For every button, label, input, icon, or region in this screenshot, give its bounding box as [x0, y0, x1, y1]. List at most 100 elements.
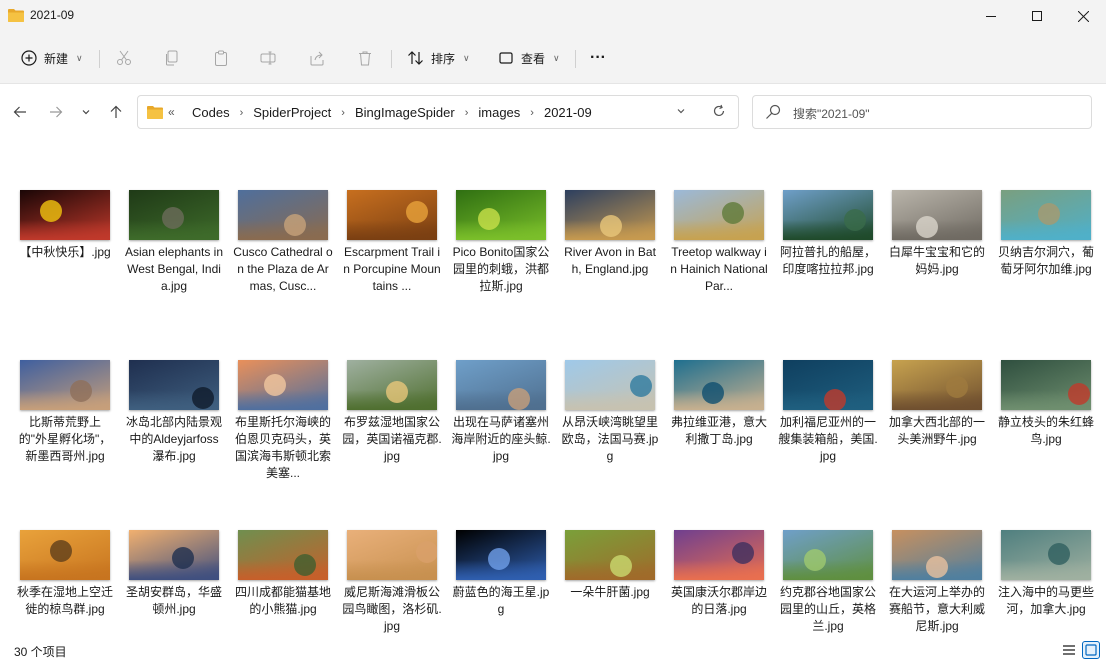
minimize-icon — [986, 15, 996, 17]
file-item[interactable]: 加利福尼亚州的一艘集装箱船，美国.jpg — [778, 360, 878, 520]
breadcrumb-codes[interactable]: Codes — [186, 105, 236, 120]
recent-locations-button[interactable] — [76, 102, 96, 122]
file-item[interactable]: Treetop walkway in Hainich National Par.… — [669, 190, 769, 350]
file-item[interactable]: 布里斯托尔海峡的伯恩贝克码头，英国滨海韦斯顿北索美塞... — [233, 360, 333, 520]
file-item[interactable]: 比斯蒂荒野上的"外星孵化场"，新墨西哥州.jpg — [15, 360, 115, 520]
image-thumbnail — [129, 360, 219, 410]
file-name: 加拿大西北部的一头美洲野牛.jpg — [888, 415, 985, 446]
image-thumbnail — [347, 530, 437, 580]
search-icon — [766, 104, 781, 119]
file-name: 【中秋快乐】.jpg — [19, 245, 111, 259]
file-name: 英国康沃尔郡岸边的日落.jpg — [670, 585, 767, 616]
chevron-right-icon[interactable]: › — [461, 107, 473, 119]
large-icons-view-button[interactable] — [1082, 641, 1100, 659]
breadcrumb-bingimagespider[interactable]: BingImageSpider — [349, 105, 461, 120]
file-grid: 【中秋快乐】.jpg Asian elephants in West Bengal… — [0, 142, 1106, 638]
plus-circle-icon — [20, 49, 38, 67]
image-thumbnail — [674, 360, 764, 410]
file-name: Asian elephants in West Bengal, India.jp… — [124, 245, 224, 293]
refresh-button[interactable] — [712, 104, 726, 122]
toolbar-divider — [391, 50, 392, 68]
image-thumbnail — [1001, 190, 1091, 240]
cut-button[interactable] — [115, 46, 133, 70]
search-placeholder: 搜索"2021-09" — [793, 107, 870, 121]
file-item[interactable]: River Avon in Bath, England.jpg — [560, 190, 660, 350]
image-thumbnail — [238, 360, 328, 410]
image-thumbnail — [1001, 360, 1091, 410]
more-options-button[interactable]: ··· — [590, 46, 606, 70]
file-name: 约克郡谷地国家公园里的山丘，英格兰.jpg — [779, 585, 876, 633]
address-row: « Codes › SpiderProject › BingImageSpide… — [0, 84, 1106, 142]
file-item[interactable]: Cusco Cathedral on the Plaza de Armas, C… — [233, 190, 333, 350]
details-view-button[interactable] — [1060, 641, 1078, 659]
minimize-button[interactable] — [968, 0, 1014, 32]
file-name: 圣胡安群岛，华盛顿州.jpg — [125, 585, 222, 616]
file-item[interactable]: 出现在马萨诸塞州海岸附近的座头鲸.jpg — [451, 360, 551, 520]
up-button[interactable] — [106, 102, 126, 122]
file-item[interactable]: 白犀牛宝宝和它的妈妈.jpg — [887, 190, 987, 350]
file-name: 蔚蓝色的海王星.jpg — [452, 585, 550, 616]
image-thumbnail — [565, 360, 655, 410]
new-button[interactable]: 新建 ∨ — [20, 46, 83, 70]
breadcrumb-images[interactable]: images — [472, 105, 526, 120]
image-thumbnail — [456, 530, 546, 580]
chevron-down-icon: ∨ — [463, 52, 470, 63]
hidden-path-indicator[interactable]: « — [168, 105, 175, 119]
maximize-button[interactable] — [1014, 0, 1060, 32]
file-name: 布里斯托尔海峡的伯恩贝克码头，英国滨海韦斯顿北索美塞... — [234, 415, 331, 480]
address-history-dropdown[interactable] — [676, 106, 686, 118]
file-name: 四川成都能猫基地的小熊猫.jpg — [234, 585, 331, 616]
breadcrumb: Codes › SpiderProject › BingImageSpider … — [186, 105, 598, 120]
file-item[interactable]: Asian elephants in West Bengal, India.jp… — [124, 190, 224, 350]
chevron-right-icon[interactable]: › — [526, 107, 538, 119]
file-item[interactable]: 布罗兹湿地国家公园，英国诺福克郡.jpg — [342, 360, 442, 520]
view-button[interactable]: 查看 ∨ — [497, 46, 560, 70]
image-thumbnail — [892, 530, 982, 580]
chevron-down-icon: ∨ — [553, 52, 560, 63]
address-bar[interactable]: « Codes › SpiderProject › BingImageSpide… — [137, 95, 739, 129]
chevron-right-icon[interactable]: › — [236, 107, 248, 119]
arrow-up-icon — [110, 105, 122, 118]
file-item[interactable]: 冰岛北部内陆景观中的Aldeyjarfoss瀑布.jpg — [124, 360, 224, 520]
paste-button[interactable] — [212, 46, 230, 70]
tiles-icon — [1085, 644, 1097, 656]
back-button[interactable] — [10, 102, 30, 122]
item-count: 30 个项目 — [14, 645, 67, 659]
image-thumbnail — [129, 530, 219, 580]
image-thumbnail — [892, 190, 982, 240]
copy-icon — [163, 49, 181, 67]
file-name: 比斯蒂荒野上的"外星孵化场"，新墨西哥州.jpg — [18, 415, 112, 463]
sort-button[interactable]: 排序 ∨ — [407, 46, 470, 70]
search-box[interactable]: 搜索"2021-09" — [752, 95, 1092, 129]
file-item[interactable]: 静立枝头的朱红蜂鸟.jpg — [996, 360, 1096, 520]
file-item[interactable]: 【中秋快乐】.jpg — [15, 190, 115, 350]
file-name: 出现在马萨诸塞州海岸附近的座头鲸.jpg — [451, 415, 551, 463]
image-thumbnail — [238, 190, 328, 240]
file-item[interactable]: 贝纳吉尔洞穴，葡萄牙阿尔加维.jpg — [996, 190, 1096, 350]
copy-button[interactable] — [163, 46, 181, 70]
forward-button[interactable] — [46, 102, 66, 122]
file-item[interactable]: 加拿大西北部的一头美洲野牛.jpg — [887, 360, 987, 520]
file-item[interactable]: 从昂沃峡湾眺望里欧岛，法国马赛.jpg — [560, 360, 660, 520]
file-item[interactable]: Escarpment Trail in Porcupine Mountains … — [342, 190, 442, 350]
chevron-right-icon[interactable]: › — [337, 107, 349, 119]
file-name: 静立枝头的朱红蜂鸟.jpg — [997, 415, 1094, 446]
delete-button[interactable] — [356, 46, 374, 70]
title-bar: 2021-09 — [0, 0, 1106, 32]
rename-button[interactable] — [259, 46, 277, 70]
chevron-down-icon — [82, 110, 90, 115]
file-item[interactable]: Pico Bonito国家公园里的刺蛾，洪都拉斯.jpg — [451, 190, 551, 350]
share-button[interactable] — [308, 46, 326, 70]
breadcrumb-current[interactable]: 2021-09 — [538, 105, 598, 120]
file-name: 白犀牛宝宝和它的妈妈.jpg — [888, 245, 985, 276]
close-icon — [1077, 10, 1089, 22]
close-button[interactable] — [1060, 0, 1106, 32]
image-thumbnail — [20, 360, 110, 410]
file-name: 注入海中的马更些河，加拿大.jpg — [997, 585, 1094, 616]
file-item[interactable]: 阿拉普扎的船屋，印度喀拉拉邦.jpg — [778, 190, 878, 350]
file-item[interactable]: 弗拉维亚港，意大利撒丁岛.jpg — [669, 360, 769, 520]
breadcrumb-spiderproject[interactable]: SpiderProject — [247, 105, 337, 120]
image-thumbnail — [783, 360, 873, 410]
view-icon — [497, 49, 515, 67]
image-thumbnail — [674, 530, 764, 580]
